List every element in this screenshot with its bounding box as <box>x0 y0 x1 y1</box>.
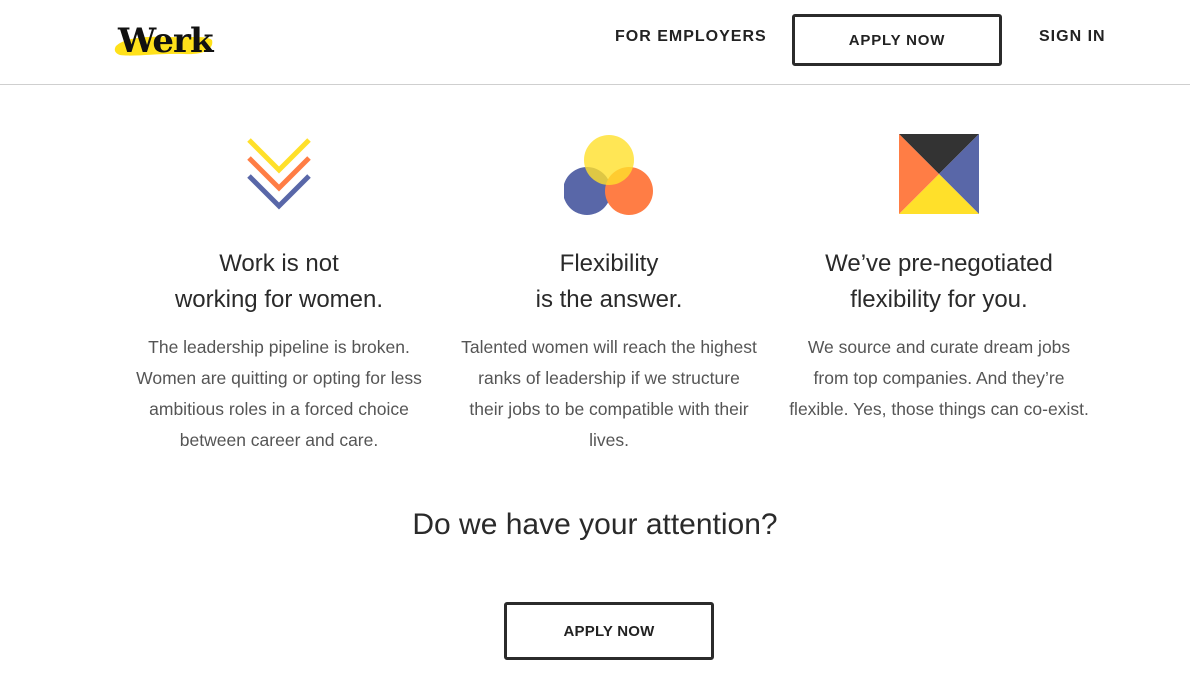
feature-title: Work is not working for women. <box>119 246 439 318</box>
feature-title: Flexibility is the answer. <box>449 246 769 318</box>
feature-flexibility: Flexibility is the answer. Talented wome… <box>449 130 769 456</box>
feature-title-line2: working for women. <box>174 286 384 313</box>
logo-text: Werk <box>118 21 214 61</box>
feature-title-line1: Work is not <box>219 250 339 277</box>
apply-now-button[interactable]: APPLY NOW <box>504 602 714 660</box>
feature-title-line1: Flexibility <box>559 250 659 277</box>
feature-title-line2: flexibility for you. <box>850 286 1028 313</box>
cta-heading: Do we have your attention? <box>412 508 778 541</box>
header-apply-now-button[interactable]: APPLY NOW <box>792 14 1002 66</box>
split-square-icon <box>779 130 1099 218</box>
feature-work-not-working: Work is not working for women. The leade… <box>119 130 439 456</box>
feature-pre-negotiated: We’ve pre-negotiated flexibility for you… <box>779 130 1099 425</box>
feature-title: We’ve pre-negotiated flexibility for you… <box>779 246 1099 318</box>
chevrons-icon <box>119 130 439 218</box>
feature-body: The leadership pipeline is broken. Women… <box>136 337 422 450</box>
site-header: Werk FOR EMPLOYERS APPLY NOW SIGN IN <box>0 0 1190 85</box>
werk-logo[interactable]: Werk <box>112 20 218 62</box>
nav-sign-in[interactable]: SIGN IN <box>1039 28 1106 46</box>
feature-body: We source and curate dream jobs from top… <box>789 337 1089 419</box>
venn-circles-icon <box>449 130 769 218</box>
feature-body: Talented women will reach the highest ra… <box>461 337 757 450</box>
feature-title-line2: is the answer. <box>535 286 683 313</box>
nav-for-employers[interactable]: FOR EMPLOYERS <box>615 28 767 46</box>
feature-title-line1: We’ve pre-negotiated <box>825 250 1053 277</box>
